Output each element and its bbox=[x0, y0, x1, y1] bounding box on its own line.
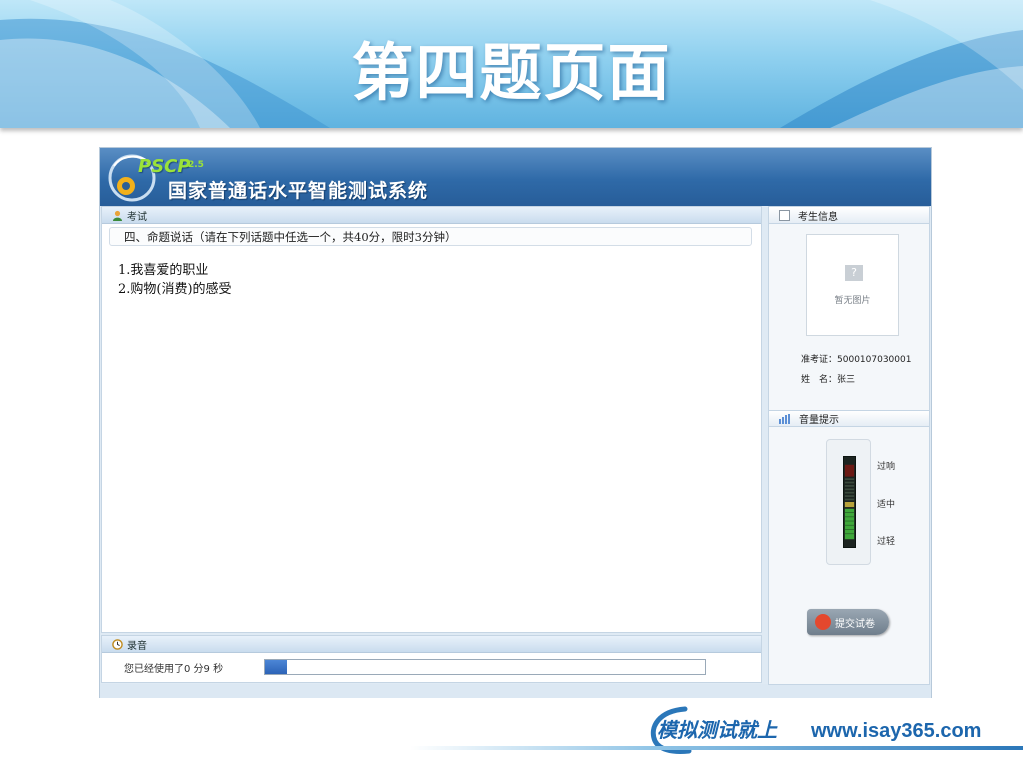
candidate-name: 姓 名：张三 bbox=[801, 372, 855, 385]
volume-title: 音量提示 bbox=[799, 415, 839, 426]
recording-panel-header: 录音 bbox=[102, 636, 761, 653]
slide-title: 第四题页面 bbox=[351, 36, 672, 109]
app-name: 国家普通话水平智能测试系统 bbox=[168, 180, 429, 202]
name-label: 姓 名： bbox=[801, 375, 838, 385]
exam-panel-header: 考试 bbox=[102, 207, 761, 224]
info-checkbox-icon bbox=[779, 209, 790, 221]
submit-exam-button[interactable]: 提交试卷 bbox=[807, 609, 889, 635]
recording-panel-title: 录音 bbox=[127, 640, 147, 652]
app-window: PSCP 2.5 国家普通话水平智能测试系统 考试 四、命题说话（请在下列话题中… bbox=[99, 147, 932, 698]
logo-version: 2.5 bbox=[188, 160, 204, 170]
side-panel: 考生信息 ? 暂无图片 准考证：5000107030001 姓 名：张三 音量提… bbox=[768, 206, 930, 685]
recording-progress-bar bbox=[264, 659, 706, 675]
volume-label-mid: 适中 bbox=[877, 500, 896, 510]
volume-bars-icon bbox=[779, 413, 790, 424]
candidate-info-title: 考生信息 bbox=[798, 211, 838, 223]
topic-option-2: 2.购物(消费)的感受 bbox=[118, 282, 232, 297]
photo-caption: 暂无图片 bbox=[834, 296, 871, 306]
clock-icon bbox=[112, 638, 123, 650]
brand-url: www.isay365.com bbox=[811, 720, 982, 742]
candidate-photo: ? 暂无图片 bbox=[806, 234, 899, 336]
ticket-number: 准考证：5000107030001 bbox=[801, 352, 911, 365]
app-header: PSCP 2.5 国家普通话水平智能测试系统 bbox=[100, 148, 931, 206]
volume-label-quiet: 过轻 bbox=[877, 537, 896, 547]
volume-meter bbox=[843, 456, 856, 548]
user-icon bbox=[113, 210, 122, 221]
slide-banner: 第四题页面 bbox=[0, 0, 1023, 128]
logo-text: PSCP bbox=[138, 156, 191, 177]
question-heading: 四、命题说话（请在下列话题中任选一个，共40分，限时3分钟） bbox=[109, 227, 752, 246]
bottom-strip bbox=[100, 684, 931, 698]
submit-icon bbox=[815, 614, 831, 630]
submit-label: 提交试卷 bbox=[835, 618, 875, 630]
recording-progress-fill bbox=[265, 660, 287, 674]
name-value: 张三 bbox=[837, 375, 856, 385]
volume-header: 音量提示 bbox=[769, 410, 929, 427]
ticket-label: 准考证： bbox=[801, 355, 838, 365]
topic-option-1: 1.我喜爱的职业 bbox=[118, 263, 209, 278]
footer-line bbox=[410, 746, 1023, 750]
volume-meter-box bbox=[826, 439, 871, 565]
recording-panel: 录音 您已经使用了0 分9 秒 bbox=[101, 635, 762, 683]
brand-slogan: 模拟测试就上 bbox=[657, 718, 777, 742]
volume-label-loud: 过响 bbox=[877, 462, 896, 472]
exam-panel: 考试 四、命题说话（请在下列话题中任选一个，共40分，限时3分钟） 1.我喜爱的… bbox=[101, 206, 762, 633]
exam-panel-title: 考试 bbox=[127, 211, 147, 223]
candidate-info-header: 考生信息 bbox=[769, 207, 929, 224]
ticket-value: 5000107030001 bbox=[837, 355, 912, 365]
elapsed-time-text: 您已经使用了0 分9 秒 bbox=[124, 664, 224, 675]
image-placeholder-icon: ? bbox=[845, 265, 863, 281]
